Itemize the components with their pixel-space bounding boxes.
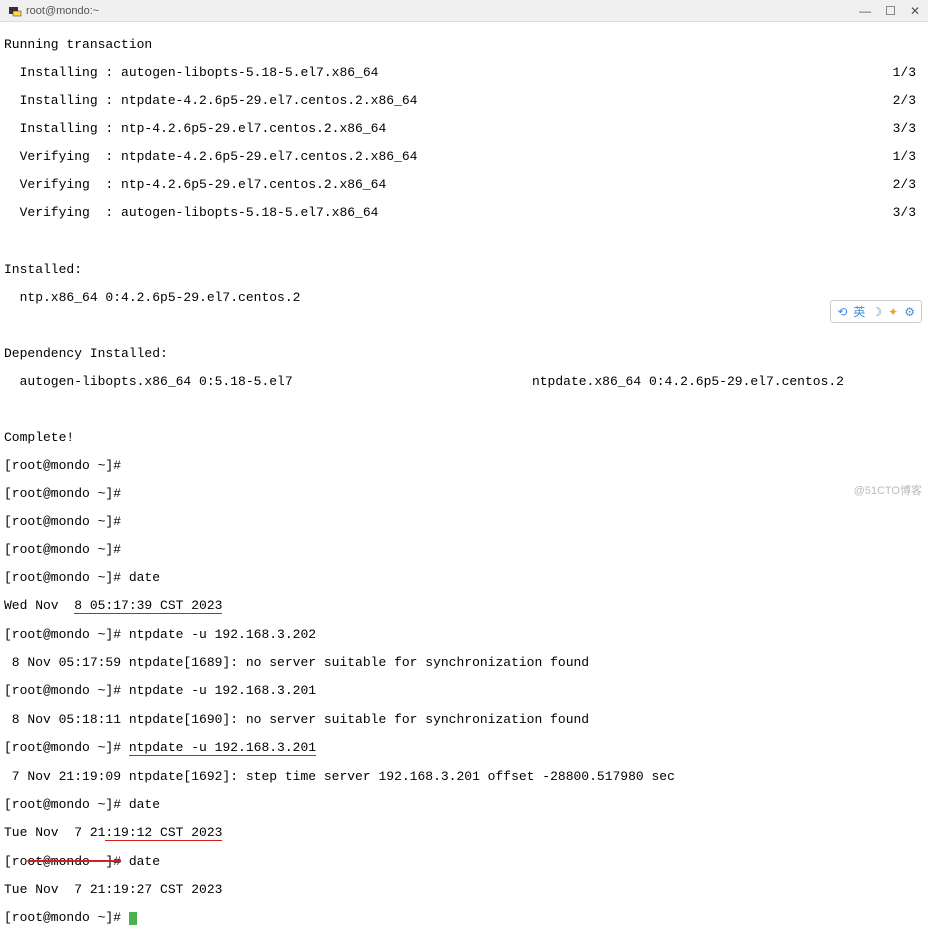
maximize-button[interactable]: ☐ <box>885 4 896 18</box>
window-title: root@mondo:~ <box>26 5 99 17</box>
close-button[interactable]: ✕ <box>910 4 920 18</box>
translate-toolbar: ⟲ 英 ☽ ✦ ⚙ <box>830 300 922 323</box>
prompt-line: [root@mondo ~]# ntpdate -u 192.168.3.201 <box>4 684 924 698</box>
prompt-line: [root@mondo ~]# <box>4 543 924 557</box>
prompt-line: [root@mondo ~]# <box>4 515 924 529</box>
prompt-line: [root@mondo ~]# <box>4 911 924 925</box>
prompt-line: [root@mondo ~]# date <box>4 855 924 869</box>
transaction-row: Verifying : ntp-4.2.6p5-29.el7.centos.2.… <box>4 178 924 192</box>
minimize-button[interactable]: — <box>859 4 871 18</box>
gear-icon[interactable]: ⚙ <box>904 305 915 319</box>
putty-icon <box>8 4 22 18</box>
prompt-line: [root@mondo ~]# date <box>4 798 924 812</box>
star-icon[interactable]: ✦ <box>888 305 898 319</box>
window-controls: — ☐ ✕ <box>859 4 920 18</box>
transaction-row: Installing : ntpdate-4.2.6p5-29.el7.cent… <box>4 94 924 108</box>
prompt-line: [root@mondo ~]# date <box>4 571 924 585</box>
watermark-text: @51CTO博客 <box>854 482 922 498</box>
dep-installed-header: Dependency Installed: <box>4 347 924 361</box>
ntpdate-output: 7 Nov 21:19:09 ntpdate[1692]: step time … <box>4 770 924 784</box>
transaction-row: Installing : autogen-libopts-5.18-5.el7.… <box>4 66 924 80</box>
prompt-line: [root@mondo ~]# ntpdate -u 192.168.3.202 <box>4 628 924 642</box>
refresh-icon[interactable]: ⟲ <box>837 305 847 319</box>
terminal-output[interactable]: Running transaction Installing : autogen… <box>0 22 928 941</box>
ntpdate-output: 8 Nov 05:18:11 ntpdate[1690]: no server … <box>4 713 924 727</box>
transaction-row: Verifying : autogen-libopts-5.18-5.el7.x… <box>4 206 924 220</box>
prompt-line: [root@mondo ~]# ntpdate -u 192.168.3.201 <box>4 741 924 756</box>
date-output: Tue Nov 7 21:19:27 CST 2023 <box>4 883 924 897</box>
complete-msg: Complete! <box>4 431 924 445</box>
moon-icon[interactable]: ☽ <box>871 305 882 319</box>
installed-pkg: ntp.x86_64 0:4.2.6p5-29.el7.centos.2 <box>4 291 924 305</box>
transaction-row: Installing : ntp-4.2.6p5-29.el7.centos.2… <box>4 122 924 136</box>
cursor-icon <box>129 912 137 925</box>
dep-installed-row: autogen-libopts.x86_64 0:5.18-5.el7ntpda… <box>4 375 924 389</box>
prompt-line: [root@mondo ~]# <box>4 459 924 473</box>
transaction-row: Verifying : ntpdate-4.2.6p5-29.el7.cento… <box>4 150 924 164</box>
transaction-header: Running transaction <box>4 38 924 52</box>
installed-header: Installed: <box>4 263 924 277</box>
date-output: Tue Nov 7 21:19:12 CST 2023 <box>4 826 924 841</box>
titlebar: root@mondo:~ — ☐ ✕ <box>0 0 928 22</box>
lang-toggle[interactable]: 英 <box>853 303 865 320</box>
date-output: Wed Nov 8 05:17:39 CST 2023 <box>4 599 924 614</box>
ntpdate-output: 8 Nov 05:17:59 ntpdate[1689]: no server … <box>4 656 924 670</box>
prompt-line: [root@mondo ~]# <box>4 487 924 501</box>
